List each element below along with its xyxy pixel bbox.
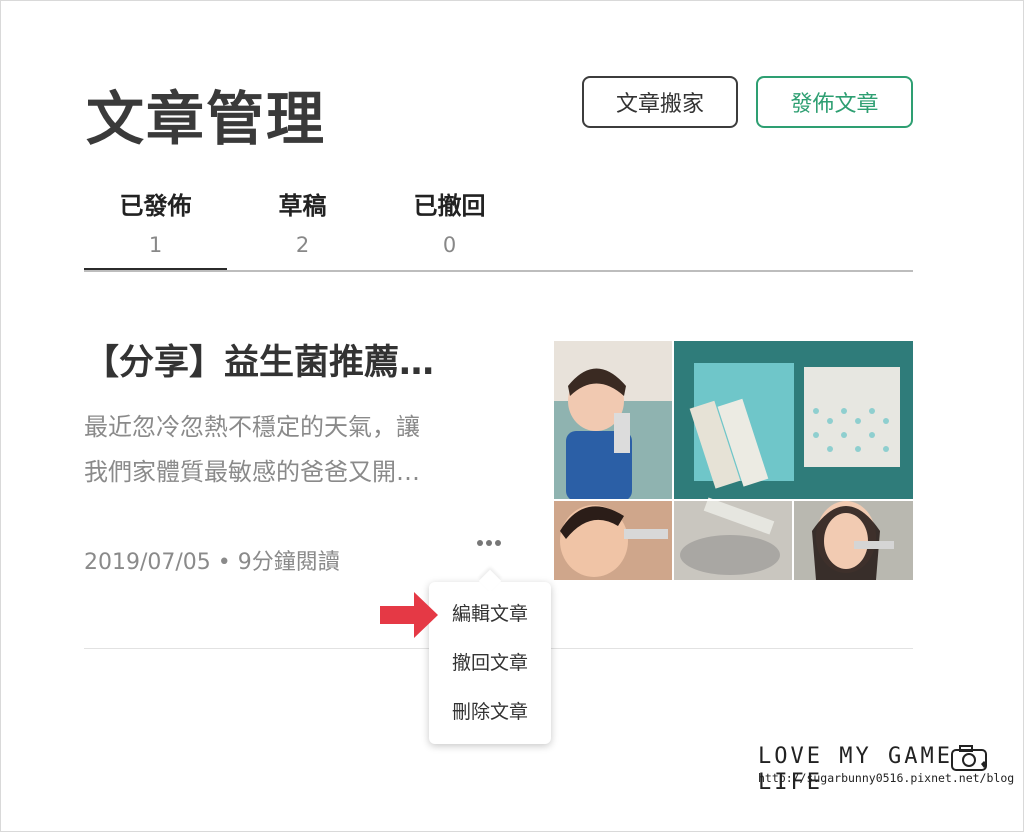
tab-retracted[interactable]: 已撤回 0 <box>378 182 521 270</box>
post-options-menu: 編輯文章 撤回文章 刪除文章 <box>429 569 551 744</box>
watermark-url: http://sugarbunny0516.pixnet.net/blog <box>758 771 1015 785</box>
page-title: 文章管理 <box>86 85 327 153</box>
tab-published[interactable]: 已發佈 1 <box>84 182 227 272</box>
tabs-divider <box>84 270 913 272</box>
status-tabs: 已發佈 1 草稿 2 已撤回 0 <box>84 182 913 272</box>
more-dots-icon <box>476 540 503 546</box>
menu-item-delete[interactable]: 刪除文章 <box>429 692 551 732</box>
migrate-articles-button[interactable]: 文章搬家 <box>582 76 738 128</box>
tab-label: 已撤回 <box>413 192 486 220</box>
tab-label: 已發佈 <box>119 192 192 220</box>
thumbnail-collage <box>554 341 913 580</box>
menu-item-retract[interactable]: 撤回文章 <box>429 643 551 683</box>
excerpt-line: 我們家體質最敏感的爸爸又開… <box>84 458 420 486</box>
post-meta: 2019/07/05 • 9分鐘閱讀 <box>84 550 340 575</box>
menu-item-edit[interactable]: 編輯文章 <box>429 594 551 634</box>
watermark: LOVE MY GAME LIFE http://sugarbunny0516.… <box>758 744 1014 795</box>
camera-icon <box>951 745 987 771</box>
red-arrow-icon <box>380 592 438 638</box>
post-title[interactable]: 【分享】益生菌推薦… <box>84 338 514 388</box>
tab-count: 2 <box>295 233 310 257</box>
more-options-button[interactable] <box>474 530 504 556</box>
tab-label: 草稿 <box>278 192 327 220</box>
publish-article-button[interactable]: 發佈文章 <box>756 76 913 128</box>
post-thumbnail[interactable] <box>554 341 913 580</box>
tab-count: 0 <box>442 233 457 257</box>
post-excerpt: 最近忽冷忽熱不穩定的天氣，讓 我們家體質最敏感的爸爸又開… <box>84 405 499 495</box>
tab-drafts[interactable]: 草稿 2 <box>231 182 374 270</box>
tab-count: 1 <box>148 233 163 257</box>
excerpt-line: 最近忽冷忽熱不穩定的天氣，讓 <box>84 413 420 441</box>
